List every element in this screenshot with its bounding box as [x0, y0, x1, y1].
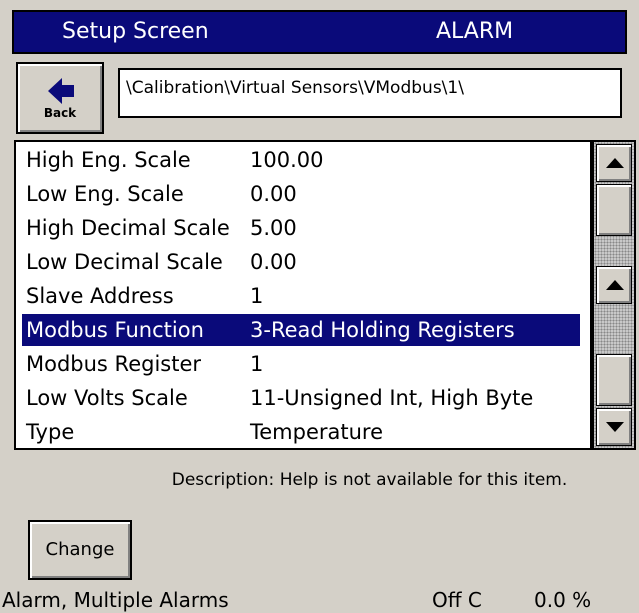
list-row-slave-address[interactable]: Slave Address 1	[22, 280, 582, 314]
scroll-down-button[interactable]	[596, 408, 632, 446]
row-value: 0.00	[250, 182, 297, 206]
status-mode-text: Off C	[432, 588, 482, 612]
scroll-up-button[interactable]	[596, 144, 632, 182]
row-label: Low Decimal Scale	[26, 250, 223, 274]
row-label: Modbus Function	[26, 318, 204, 342]
row-value: 3-Read Holding Registers	[250, 318, 515, 342]
row-label: High Decimal Scale	[26, 216, 230, 240]
list-row-high-decimal-scale[interactable]: High Decimal Scale 5.00	[22, 212, 582, 246]
scroll-up-secondary-button[interactable]	[596, 266, 632, 304]
path-display: \Calibration\Virtual Sensors\VModbus\1\	[118, 68, 622, 118]
arrow-up-icon	[606, 280, 624, 290]
row-label: Modbus Register	[26, 352, 202, 376]
status-alarm-text: Alarm, Multiple Alarms	[2, 588, 229, 612]
back-button[interactable]: Back	[16, 62, 104, 134]
alarm-indicator: ALARM	[436, 19, 514, 44]
row-label: High Eng. Scale	[26, 148, 191, 172]
setup-screen: Setup Screen ALARM Back \Calibration\Vir…	[0, 0, 639, 613]
row-value: Temperature	[250, 420, 384, 444]
list-row-low-volts-scale[interactable]: Low Volts Scale 11-Unsigned Int, High By…	[22, 382, 582, 416]
vertical-scrollbar[interactable]	[592, 140, 636, 450]
row-value: 0.00	[250, 250, 297, 274]
row-value: 5.00	[250, 216, 297, 240]
list-row-low-decimal-scale[interactable]: Low Decimal Scale 0.00	[22, 246, 582, 280]
settings-list: High Eng. Scale 100.00 Low Eng. Scale 0.…	[14, 140, 592, 450]
row-value: 100.00	[250, 148, 324, 172]
back-button-label: Back	[43, 106, 77, 120]
row-label: Low Volts Scale	[26, 386, 188, 410]
row-value: 1	[250, 352, 264, 376]
description-line: Description: Help is not available for t…	[0, 470, 639, 490]
title-bar: Setup Screen ALARM	[12, 10, 627, 54]
row-value: 11-Unsigned Int, High Byte	[250, 386, 534, 410]
description-text: Help is not available for this item.	[279, 470, 568, 490]
back-arrow-icon	[48, 78, 74, 104]
row-value: 1	[250, 284, 264, 308]
scrollbar-thumb[interactable]	[596, 184, 632, 236]
arrow-up-icon	[606, 158, 624, 168]
arrow-down-icon	[606, 422, 624, 432]
list-row-low-eng-scale[interactable]: Low Eng. Scale 0.00	[22, 178, 582, 212]
scrollbar-thumb-secondary[interactable]	[596, 354, 632, 406]
row-label: Slave Address	[26, 284, 174, 308]
description-label: Description:	[171, 470, 275, 490]
list-row-modbus-function[interactable]: Modbus Function 3-Read Holding Registers	[22, 314, 582, 348]
row-label: Low Eng. Scale	[26, 182, 184, 206]
status-percent-text: 0.0 %	[534, 588, 592, 612]
screen-title: Setup Screen	[62, 19, 209, 44]
row-label: Type	[26, 420, 75, 444]
list-row-modbus-register[interactable]: Modbus Register 1	[22, 348, 582, 382]
list-row-type[interactable]: Type Temperature	[22, 416, 582, 448]
list-row-high-eng-scale[interactable]: High Eng. Scale 100.00	[22, 144, 582, 178]
change-button[interactable]: Change	[28, 520, 132, 580]
